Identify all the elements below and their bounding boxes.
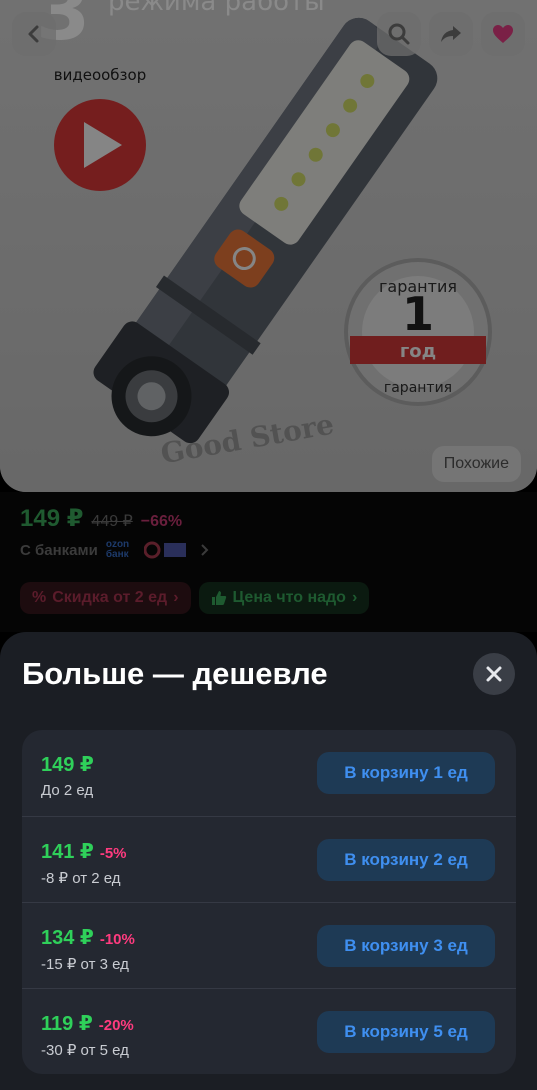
tier-price: 141 ₽: [41, 841, 94, 863]
chevron-right-icon: ›: [173, 589, 179, 606]
heart-icon: [493, 25, 513, 43]
good-price-chip[interactable]: Цена что надо ›: [198, 582, 370, 614]
tier-price: 119 ₽: [41, 1013, 93, 1035]
price-tiers-list: 149 ₽ До 2 ед В корзину 1 ед 141 ₽ -5% -…: [22, 730, 516, 1074]
close-button[interactable]: [473, 653, 515, 695]
product-image[interactable]: видеообзор 1 год гарантия гарантия Good …: [0, 0, 537, 492]
bulk-discount-label: Скидка от 2 ед: [52, 589, 168, 606]
bulk-discount-sheet: Больше — дешевле 149 ₽ До 2 ед В корзину…: [0, 632, 537, 1090]
sheet-title: Больше — дешевле: [22, 656, 328, 691]
tier-price: 134 ₽: [41, 927, 94, 949]
ozon-bank-logo: ozon банк: [105, 539, 130, 560]
promo-chips: % Скидка от 2 ед › Цена что надо ›: [20, 582, 370, 614]
tier-price-row: 149 ₽: [41, 752, 100, 777]
bulk-discount-chip[interactable]: % Скидка от 2 ед ›: [20, 582, 191, 614]
tier-price-row: 141 ₽ -5%: [41, 839, 127, 864]
tier-price-row: 119 ₽ -20%: [41, 1011, 134, 1036]
old-price: 449 ₽: [91, 513, 133, 530]
tier-subtitle: -15 ₽ от 3 ед: [41, 956, 129, 973]
back-button[interactable]: [12, 12, 56, 56]
back-arrow-icon: [28, 25, 39, 43]
tier-subtitle: -8 ₽ от 2 ед: [41, 870, 121, 887]
good-price-label: Цена что надо: [232, 589, 346, 606]
close-icon: [486, 666, 502, 682]
dim-overlay: [0, 0, 537, 492]
favorite-button[interactable]: [481, 12, 525, 56]
tier-price-row: 134 ₽ -10%: [41, 925, 135, 950]
tier-subtitle: -30 ₽ от 5 ед: [41, 1042, 129, 1059]
chevron-right-icon: ›: [351, 589, 358, 606]
bank-offer-row[interactable]: С банками ozon банк: [20, 540, 210, 560]
price-row: 149 ₽ 449 ₽ −66%: [20, 504, 182, 533]
add-to-cart-1-button[interactable]: В корзину 1 ед: [317, 752, 495, 794]
add-to-cart-2-button[interactable]: В корзину 2 ед: [317, 839, 495, 881]
similar-button[interactable]: Похожие: [431, 446, 521, 482]
headline-text: режима работы: [108, 0, 325, 17]
current-price: 149 ₽: [20, 505, 84, 532]
share-button[interactable]: [429, 12, 473, 56]
search-icon: [388, 23, 410, 45]
price-section: 149 ₽ 449 ₽ −66% С банками ozon банк % С…: [0, 492, 537, 632]
tier-row: 119 ₽ -20% -30 ₽ от 5 ед В корзину 5 ед: [22, 988, 516, 1074]
tier-discount: -20%: [98, 1017, 134, 1034]
tier-subtitle: До 2 ед: [41, 782, 94, 799]
bank-logos-icon: [143, 541, 186, 559]
add-to-cart-3-button[interactable]: В корзину 3 ед: [317, 925, 495, 967]
banks-label: С банками: [20, 541, 98, 559]
search-button[interactable]: [377, 12, 421, 56]
add-to-cart-5-button[interactable]: В корзину 5 ед: [317, 1011, 495, 1053]
thumbs-up-icon: [211, 591, 226, 605]
percent-icon: %: [32, 589, 47, 606]
share-icon: [441, 26, 461, 42]
tier-row: 134 ₽ -10% -15 ₽ от 3 ед В корзину 3 ед: [22, 902, 516, 988]
tier-price: 149 ₽: [41, 754, 94, 776]
tier-row: 149 ₽ До 2 ед В корзину 1 ед: [22, 730, 516, 816]
chevron-right-icon: [201, 544, 209, 556]
tier-discount: -10%: [99, 931, 135, 948]
tier-discount: -5%: [99, 845, 127, 862]
discount-percent: −66%: [140, 513, 183, 530]
tier-row: 141 ₽ -5% -8 ₽ от 2 ед В корзину 2 ед: [22, 816, 516, 902]
